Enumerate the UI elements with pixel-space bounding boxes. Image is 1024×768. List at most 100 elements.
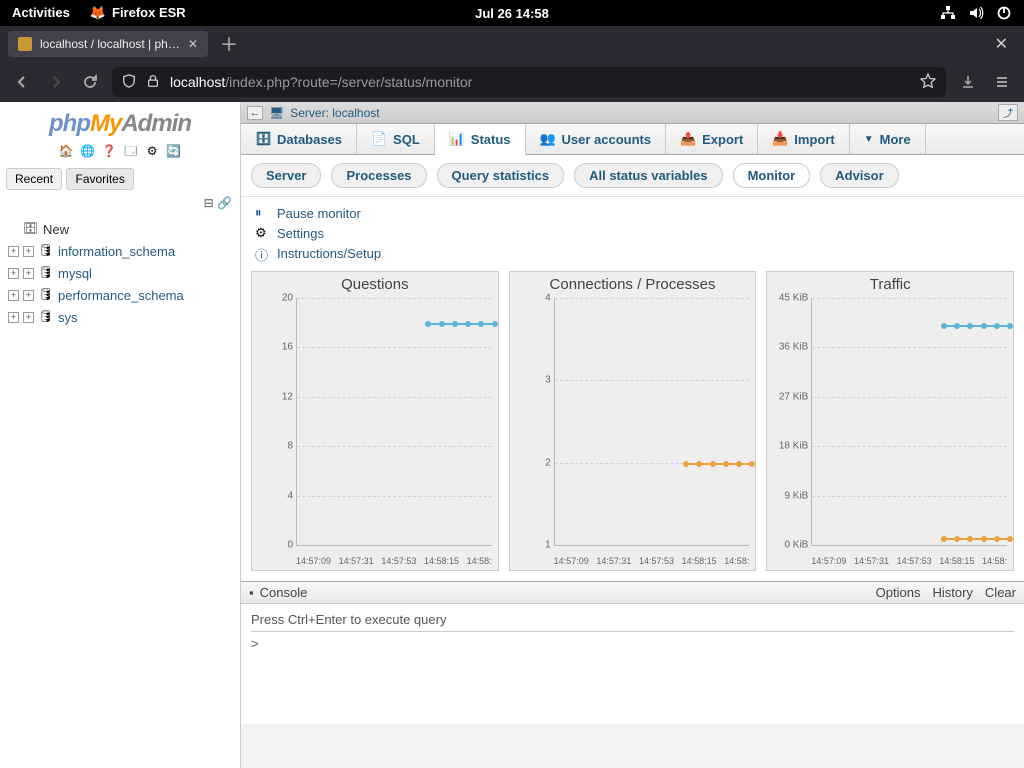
series-line [425, 323, 491, 325]
status-sub-tabs: Server Processes Query statistics All st… [241, 155, 1024, 197]
chart-xlabels: 14:57:0914:57:3114:57:5314:58:1514:58: [811, 556, 1007, 566]
new-db-icon: 🗄 [23, 221, 39, 237]
tab-import[interactable]: 📥Import [758, 124, 849, 154]
chart-questions[interactable]: Questions 20 16 12 8 4 0 14:57:0914:57:3… [251, 271, 499, 571]
chart-plot-area: 45 KiB 36 KiB 27 KiB 18 KiB 9 KiB 0 KiB [811, 298, 1007, 546]
reload-button[interactable] [78, 70, 102, 94]
db-icon: 🛢 [38, 287, 54, 303]
sql-console: ▪ Console Options History Clear Press Ctr… [241, 581, 1024, 724]
downloads-icon[interactable] [956, 70, 980, 94]
db-icon: 🛢 [38, 265, 54, 281]
series-line [941, 325, 1007, 327]
chart-connections[interactable]: Connections / Processes 4 3 2 1 14:57:09… [509, 271, 757, 571]
expander-icon[interactable]: + [23, 312, 34, 323]
logout-icon[interactable]: 🌐 [80, 144, 95, 159]
new-tab-button[interactable]: ＋ [208, 31, 250, 57]
expander-icon[interactable]: + [23, 246, 34, 257]
expander-icon[interactable]: + [8, 290, 19, 301]
app-menu-icon[interactable] [990, 70, 1014, 94]
home-icon[interactable]: 🏠 [59, 144, 74, 159]
clock[interactable]: Jul 26 14:58 [475, 6, 549, 21]
console-clear-link[interactable]: Clear [985, 585, 1016, 600]
tab-more[interactable]: ▼More [850, 124, 926, 154]
favorites-tab[interactable]: Favorites [66, 168, 133, 190]
sidebar-mini-icons: 🏠 🌐 ❓ 🗔 ⚙ 🔄 [0, 140, 240, 166]
tree-db-item[interactable]: ++🛢mysql [8, 262, 240, 284]
shield-icon[interactable] [122, 74, 136, 91]
collapse-tree-icon[interactable]: ⊟ [204, 196, 214, 210]
subtab-query-stats[interactable]: Query statistics [437, 163, 565, 188]
expander-icon[interactable]: + [8, 268, 19, 279]
subtab-advisor[interactable]: Advisor [820, 163, 898, 188]
forward-button[interactable] [44, 70, 68, 94]
pma-sidebar: phpMyAdmin 🏠 🌐 ❓ 🗔 ⚙ 🔄 Recent Favorites … [0, 102, 241, 768]
settings-link[interactable]: Settings [277, 226, 324, 241]
users-icon: 👥 [540, 131, 556, 147]
gear-icon: ⚙ [255, 225, 271, 241]
expander-icon[interactable]: + [23, 290, 34, 301]
power-icon[interactable] [996, 5, 1012, 21]
expander-icon[interactable]: + [23, 268, 34, 279]
url-path: /index.php?route=/server/status/monitor [225, 74, 472, 90]
nav-back-button[interactable]: ← [247, 106, 263, 120]
subtab-processes[interactable]: Processes [331, 163, 426, 188]
breadcrumb-bar: ← 🖥 Server: localhost ⤴ [241, 102, 1024, 124]
tab-close-icon[interactable]: ✕ [188, 37, 198, 51]
info-icon: ⓘ [255, 245, 271, 261]
tab-export[interactable]: 📤Export [666, 124, 758, 154]
chart-title: Traffic [767, 272, 1013, 293]
console-options-link[interactable]: Options [876, 585, 921, 600]
recent-tab[interactable]: Recent [6, 168, 62, 190]
pause-icon: ⏸ [255, 205, 271, 221]
console-toggle-icon[interactable]: ▪ [249, 585, 254, 600]
expander-icon[interactable]: + [8, 246, 19, 257]
console-title[interactable]: Console [260, 585, 308, 600]
docs-icon[interactable]: ❓ [102, 144, 117, 159]
series-line [683, 463, 749, 465]
tree-db-item[interactable]: ++🛢performance_schema [8, 284, 240, 306]
os-top-bar: Activities 🦊Firefox ESR Jul 26 14:58 [0, 0, 1024, 26]
link-icon[interactable]: 🔗 [217, 196, 232, 210]
sql-icon: 📄 [371, 131, 387, 147]
url-host: localhost [170, 74, 225, 90]
console-prompt[interactable]: > [251, 636, 1014, 651]
subtab-monitor[interactable]: Monitor [733, 163, 811, 188]
status-icon: 📊 [449, 131, 465, 147]
tree-new-db[interactable]: 🗄 New [8, 218, 240, 240]
lock-icon[interactable] [146, 74, 160, 91]
network-icon[interactable] [940, 5, 956, 21]
main-content: ← 🖥 Server: localhost ⤴ 🗄Databases 📄SQL … [241, 102, 1024, 768]
console-body[interactable]: Press Ctrl+Enter to execute query > [241, 604, 1024, 724]
subtab-all-vars[interactable]: All status variables [574, 163, 723, 188]
firefox-indicator[interactable]: 🦊Firefox ESR [90, 5, 186, 21]
expander-icon[interactable]: + [8, 312, 19, 323]
pma-logo[interactable]: phpMyAdmin [0, 102, 240, 140]
server-label[interactable]: Server: localhost [290, 106, 379, 120]
subtab-server[interactable]: Server [251, 163, 321, 188]
chart-plot-area: 20 16 12 8 4 0 [296, 298, 492, 546]
sqlwin-icon[interactable]: 🗔 [123, 142, 138, 157]
back-button[interactable] [10, 70, 34, 94]
tab-status[interactable]: 📊Status [435, 124, 526, 155]
reload-icon[interactable]: 🔄 [166, 144, 181, 159]
browser-tab[interactable]: localhost / localhost | phpMyAdmin ✕ [8, 31, 208, 57]
url-bar[interactable]: localhost/index.php?route=/server/status… [112, 67, 946, 97]
window-close-button[interactable]: ✕ [987, 34, 1016, 54]
activities-button[interactable]: Activities [12, 5, 70, 21]
console-hint: Press Ctrl+Enter to execute query [251, 612, 1014, 632]
tab-users[interactable]: 👥User accounts [526, 124, 667, 154]
tab-sql[interactable]: 📄SQL [357, 124, 435, 154]
pause-monitor-link[interactable]: Pause monitor [277, 206, 361, 221]
console-history-link[interactable]: History [932, 585, 972, 600]
tree-db-item[interactable]: ++🛢sys [8, 306, 240, 328]
chart-traffic[interactable]: Traffic 45 KiB 36 KiB 27 KiB 18 KiB 9 Ki… [766, 271, 1014, 571]
tab-databases[interactable]: 🗄Databases [241, 124, 357, 154]
tree-db-item[interactable]: ++🛢information_schema [8, 240, 240, 262]
volume-icon[interactable] [968, 5, 984, 21]
instructions-link[interactable]: Instructions/Setup [277, 246, 381, 261]
collapse-top-icon[interactable]: ⤴ [998, 104, 1018, 121]
db-tree: 🗄 New ++🛢information_schema ++🛢mysql ++🛢… [0, 214, 240, 332]
chart-plot-area: 4 3 2 1 [554, 298, 750, 546]
bookmark-star-icon[interactable] [920, 73, 936, 92]
settings-icon[interactable]: ⚙ [145, 144, 160, 159]
